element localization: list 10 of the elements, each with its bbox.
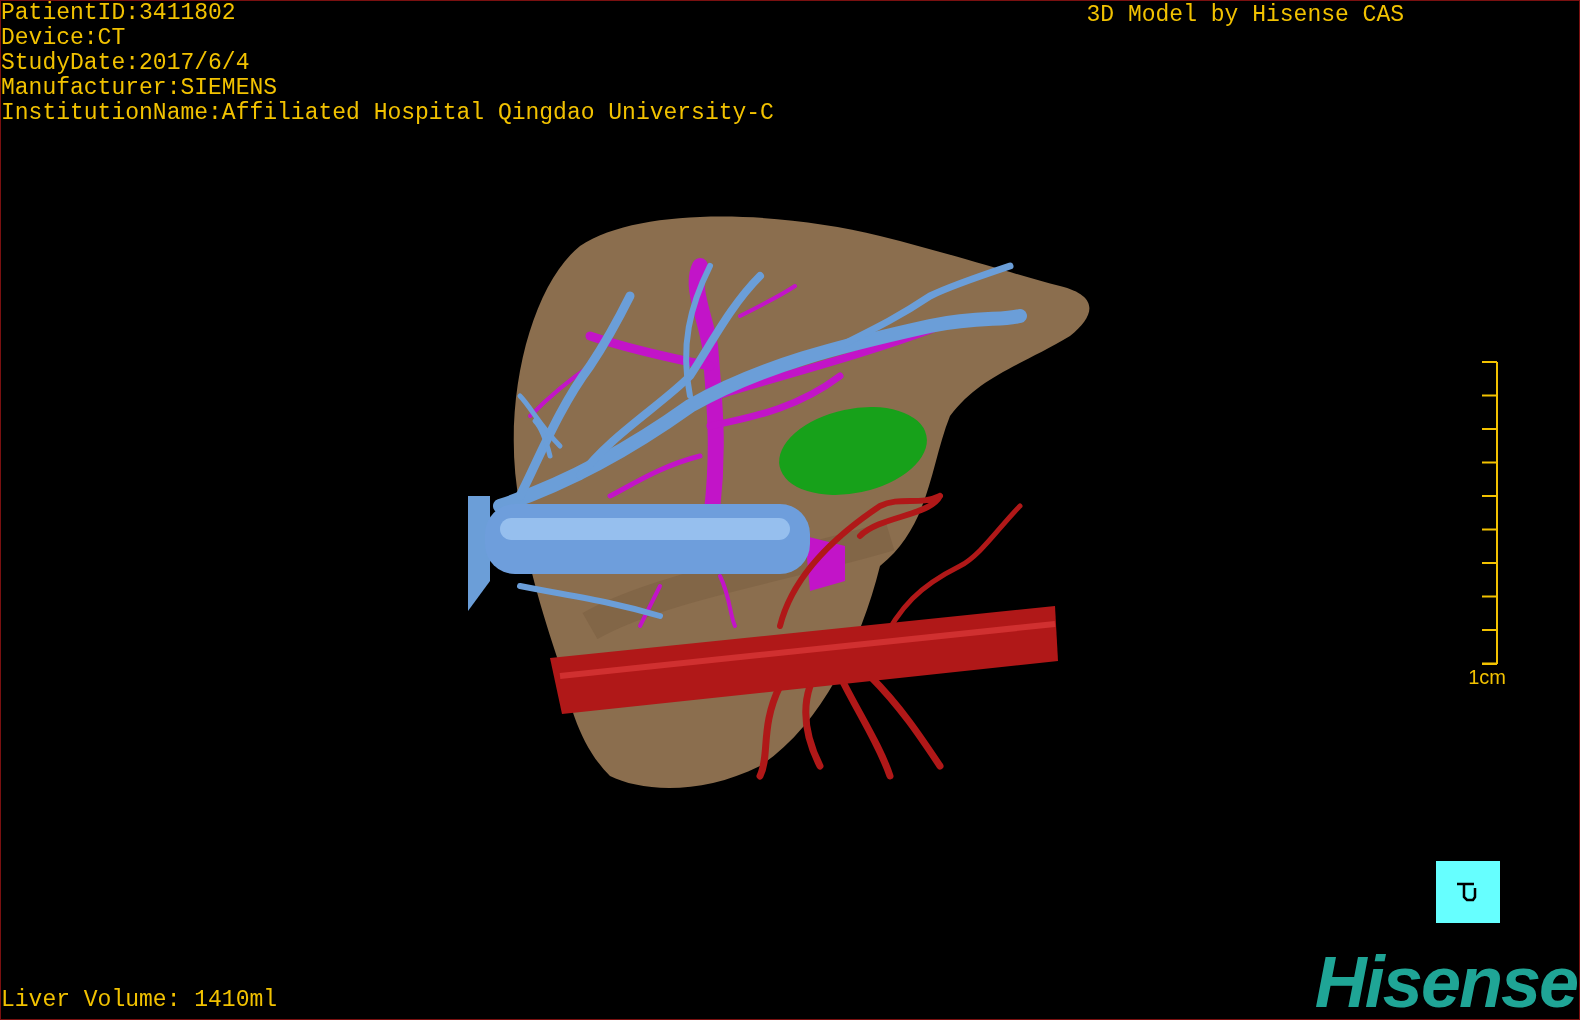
study-info-text: Device:CT bbox=[1, 26, 127, 51]
study-info-text: StudyDate:2017/6/4 bbox=[1, 51, 251, 76]
view-orientation-button[interactable] bbox=[1436, 861, 1500, 923]
study-info-text: InstitutionName:Affiliated Hospital Qingdao University-C bbox=[1, 101, 774, 126]
brand-logo: Hisense bbox=[1314, 947, 1577, 1017]
liver-volume-text: Liver Volume: 1410ml bbox=[1, 988, 278, 1013]
study-info-text: Manufacturer:SIEMENS bbox=[1, 76, 279, 101]
study-info-text: PatientID:3411802 bbox=[1, 1, 237, 26]
scale-label: 1cm bbox=[1468, 666, 1506, 688]
viewer-title: 3D Model by Hisense CAS bbox=[1086, 3, 1404, 28]
